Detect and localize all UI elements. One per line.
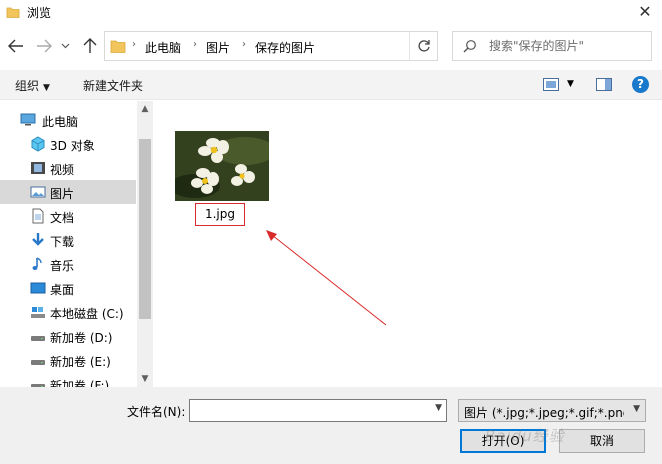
sidebar-item-downloads[interactable]: 下载 (0, 228, 136, 252)
watermark-text: Baidu经验 (485, 427, 565, 445)
sidebar-item-label: 图片 (50, 187, 75, 201)
drive-icon (30, 352, 46, 368)
sidebar-item-label: 视频 (50, 163, 75, 177)
breadcrumb-separator-icon: › (193, 39, 197, 50)
scrollbar-thumb[interactable] (139, 139, 151, 319)
chevron-down-icon[interactable]: ▼ (435, 403, 442, 413)
3d-objects-icon (30, 136, 46, 152)
scroll-up-icon[interactable]: ▲ (137, 101, 153, 117)
sidebar-item-label: 下载 (50, 235, 75, 249)
file-type-filter-value: 图片 (*.jpg;*.jpeg;*.gif;*.png;* (464, 406, 624, 420)
file-list: 1.jpg (153, 101, 662, 387)
sidebar-scrollbar[interactable]: ▲ ▼ (137, 101, 153, 387)
breadcrumb-pictures[interactable]: 图片 (206, 39, 230, 56)
search-box[interactable] (452, 31, 652, 61)
view-options-caret-icon[interactable]: ▼ (567, 79, 574, 89)
file-type-filter[interactable]: 图片 (*.jpg;*.jpeg;*.gif;*.png;* ▼ (458, 399, 646, 422)
sidebar-item-label: 新加卷 (D:) (50, 331, 113, 345)
search-input[interactable] (489, 37, 644, 55)
up-arrow-icon[interactable] (80, 36, 100, 56)
refresh-icon[interactable] (409, 32, 437, 60)
filename-combobox[interactable]: ▼ (189, 399, 447, 422)
sidebar-item-drive-e[interactable]: 新加卷 (E:) (0, 348, 136, 372)
search-icon (463, 39, 477, 56)
command-toolbar: 组织 ▼ 新建文件夹 ▼ ? (0, 70, 662, 100)
video-icon (30, 160, 46, 176)
organize-button[interactable]: 组织 ▼ (15, 77, 50, 94)
sidebar-item-drive-c[interactable]: 本地磁盘 (C:) (0, 300, 136, 324)
folder-icon (6, 5, 20, 22)
sidebar-item-label: 本地磁盘 (C:) (50, 307, 124, 321)
close-icon[interactable]: ✕ (634, 1, 656, 23)
change-view-icon[interactable] (543, 78, 559, 94)
dropdown-caret-icon: ▼ (43, 83, 50, 93)
sidebar-item-label: 新加卷 (F:) (50, 379, 110, 387)
drive-icon (30, 304, 46, 320)
navigation-pane: 此电脑 3D 对象 视频 图片 文档 下载 音乐 桌面 本地磁盘 (C:) 新加… (0, 101, 153, 387)
sidebar-item-videos[interactable]: 视频 (0, 156, 136, 180)
document-icon (30, 208, 46, 224)
scroll-down-icon[interactable]: ▼ (137, 371, 153, 387)
sidebar-item-music[interactable]: 音乐 (0, 252, 136, 276)
sidebar-item-documents[interactable]: 文档 (0, 204, 136, 228)
sidebar-item-pictures[interactable]: 图片 (0, 180, 136, 204)
breadcrumb-separator-icon: › (242, 39, 246, 50)
annotation-arrow (266, 230, 387, 326)
organize-label: 组织 (15, 79, 40, 93)
sidebar-item-label: 文档 (50, 211, 75, 225)
desktop-icon (30, 280, 46, 296)
sidebar-item-label: 此电脑 (42, 115, 79, 129)
breadcrumb-this-pc[interactable]: 此电脑 (145, 39, 181, 56)
download-icon (30, 232, 46, 248)
help-icon[interactable]: ? (632, 76, 649, 93)
sidebar-item-label: 新加卷 (E:) (50, 355, 111, 369)
breadcrumb-separator-icon: › (132, 39, 136, 50)
sidebar-item-label: 音乐 (50, 259, 75, 273)
back-arrow-icon[interactable] (6, 36, 26, 56)
window-title: 浏览 (27, 6, 52, 20)
chevron-down-icon[interactable]: ▼ (633, 404, 640, 414)
sidebar-item-desktop[interactable]: 桌面 (0, 276, 136, 300)
drive-icon (30, 328, 46, 344)
sidebar-item-label: 桌面 (50, 283, 75, 297)
breadcrumb-saved-pictures[interactable]: 保存的图片 (255, 39, 315, 56)
music-icon (30, 256, 46, 272)
new-folder-button[interactable]: 新建文件夹 (83, 77, 143, 94)
sidebar-item-this-pc[interactable]: 此电脑 (0, 108, 136, 132)
folder-icon (110, 38, 126, 57)
recent-locations-chevron-icon[interactable] (58, 36, 72, 56)
drive-icon (30, 376, 46, 387)
title-bar: 浏览 ✕ (0, 0, 662, 24)
forward-arrow-icon[interactable] (34, 36, 54, 56)
filename-input[interactable] (193, 402, 423, 419)
sidebar-item-3d-objects[interactable]: 3D 对象 (0, 132, 136, 156)
cancel-button[interactable]: 取消 (559, 429, 645, 453)
address-bar[interactable]: › 此电脑 › 图片 › 保存的图片 (104, 31, 438, 61)
preview-pane-icon[interactable] (596, 78, 612, 94)
sidebar-item-label: 3D 对象 (50, 139, 95, 153)
sidebar-item-drive-f[interactable]: 新加卷 (F:) (0, 372, 136, 387)
pictures-icon (30, 184, 46, 200)
computer-icon (20, 112, 36, 128)
sidebar-item-drive-d[interactable]: 新加卷 (D:) (0, 324, 136, 348)
filename-label: 文件名(N): (127, 405, 186, 419)
